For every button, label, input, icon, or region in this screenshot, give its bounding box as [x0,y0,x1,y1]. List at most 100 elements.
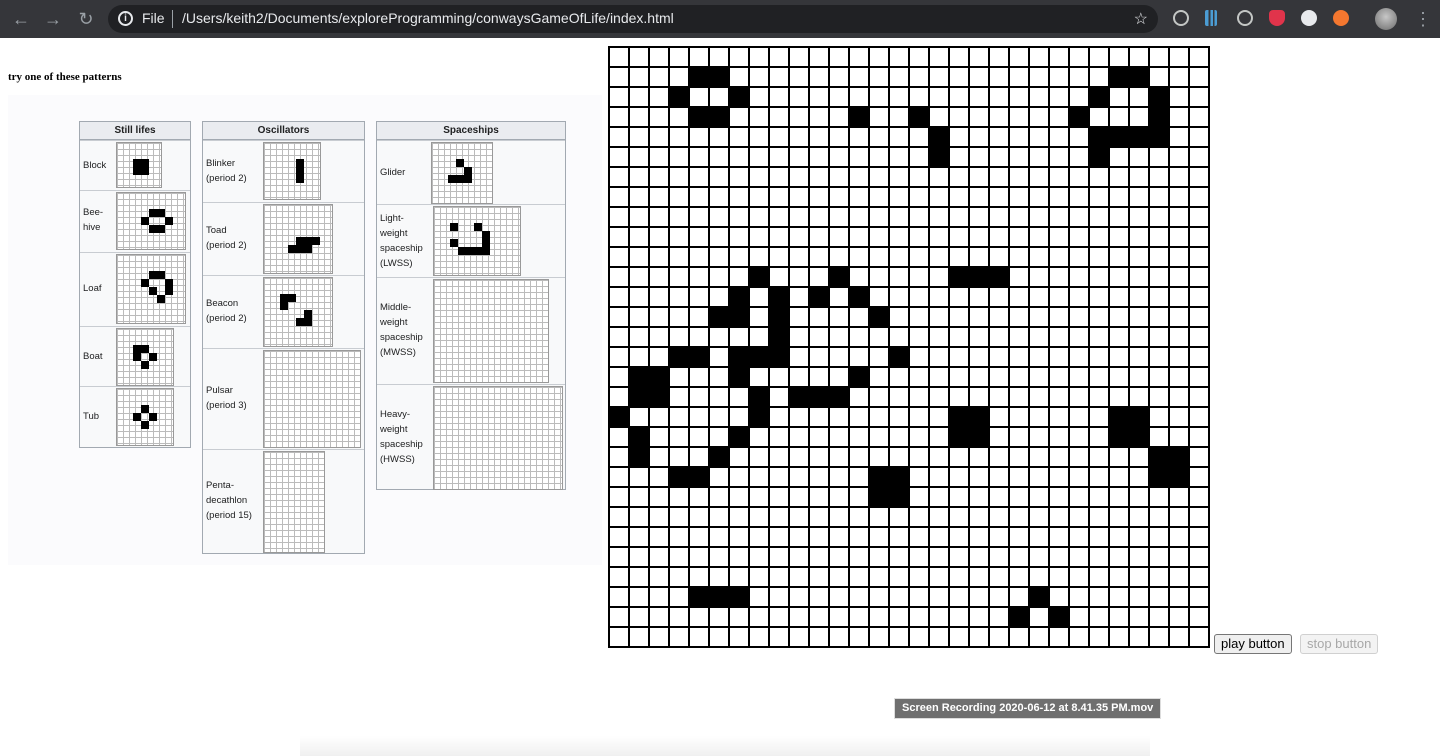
dead-cell[interactable] [1050,408,1068,426]
dead-cell[interactable] [1070,288,1088,306]
dead-cell[interactable] [690,128,708,146]
live-cell[interactable] [970,408,988,426]
dead-cell[interactable] [1170,128,1188,146]
dead-cell[interactable] [950,528,968,546]
dead-cell[interactable] [990,468,1008,486]
dead-cell[interactable] [650,548,668,566]
dead-cell[interactable] [790,228,808,246]
dead-cell[interactable] [1030,208,1048,226]
dead-cell[interactable] [1070,348,1088,366]
dead-cell[interactable] [630,88,648,106]
dead-cell[interactable] [990,508,1008,526]
live-cell[interactable] [710,448,728,466]
dead-cell[interactable] [990,428,1008,446]
dead-cell[interactable] [830,308,848,326]
dead-cell[interactable] [850,68,868,86]
live-cell[interactable] [710,308,728,326]
dead-cell[interactable] [1050,248,1068,266]
dead-cell[interactable] [790,68,808,86]
live-cell[interactable] [1030,588,1048,606]
dead-cell[interactable] [810,448,828,466]
dead-cell[interactable] [950,188,968,206]
dead-cell[interactable] [790,528,808,546]
dead-cell[interactable] [1110,168,1128,186]
dead-cell[interactable] [710,528,728,546]
dead-cell[interactable] [930,568,948,586]
live-cell[interactable] [1150,448,1168,466]
dead-cell[interactable] [610,448,628,466]
live-cell[interactable] [750,268,768,286]
dead-cell[interactable] [1090,388,1108,406]
dead-cell[interactable] [890,588,908,606]
dead-cell[interactable] [690,508,708,526]
dead-cell[interactable] [850,348,868,366]
dead-cell[interactable] [610,168,628,186]
dead-cell[interactable] [1110,368,1128,386]
dead-cell[interactable] [810,428,828,446]
dead-cell[interactable] [1150,168,1168,186]
dead-cell[interactable] [750,468,768,486]
dead-cell[interactable] [710,568,728,586]
dead-cell[interactable] [1110,468,1128,486]
dead-cell[interactable] [1010,548,1028,566]
dead-cell[interactable] [1030,448,1048,466]
dead-cell[interactable] [850,508,868,526]
dead-cell[interactable] [710,468,728,486]
dead-cell[interactable] [710,348,728,366]
live-cell[interactable] [890,468,908,486]
dead-cell[interactable] [650,48,668,66]
dead-cell[interactable] [670,628,688,646]
dead-cell[interactable] [1070,628,1088,646]
dead-cell[interactable] [870,68,888,86]
dead-cell[interactable] [850,328,868,346]
dead-cell[interactable] [990,188,1008,206]
live-cell[interactable] [1170,448,1188,466]
dead-cell[interactable] [610,48,628,66]
dead-cell[interactable] [690,528,708,546]
dead-cell[interactable] [1130,268,1148,286]
dead-cell[interactable] [1170,188,1188,206]
dead-cell[interactable] [650,508,668,526]
dead-cell[interactable] [970,388,988,406]
dead-cell[interactable] [910,68,928,86]
dead-cell[interactable] [690,228,708,246]
dead-cell[interactable] [1010,68,1028,86]
dead-cell[interactable] [1050,488,1068,506]
dead-cell[interactable] [1190,288,1208,306]
dead-cell[interactable] [710,428,728,446]
dead-cell[interactable] [850,188,868,206]
dead-cell[interactable] [670,268,688,286]
dead-cell[interactable] [930,448,948,466]
dead-cell[interactable] [890,448,908,466]
dead-cell[interactable] [830,328,848,346]
dead-cell[interactable] [930,328,948,346]
dead-cell[interactable] [690,268,708,286]
dead-cell[interactable] [930,268,948,286]
dead-cell[interactable] [1070,568,1088,586]
dead-cell[interactable] [610,148,628,166]
dead-cell[interactable] [690,168,708,186]
dead-cell[interactable] [870,248,888,266]
dead-cell[interactable] [750,448,768,466]
dead-cell[interactable] [730,228,748,246]
dead-cell[interactable] [1130,328,1148,346]
dead-cell[interactable] [970,368,988,386]
dead-cell[interactable] [1010,268,1028,286]
dead-cell[interactable] [950,368,968,386]
dead-cell[interactable] [970,528,988,546]
dead-cell[interactable] [650,348,668,366]
dead-cell[interactable] [650,328,668,346]
dead-cell[interactable] [1050,168,1068,186]
dead-cell[interactable] [710,508,728,526]
dead-cell[interactable] [630,488,648,506]
live-cell[interactable] [730,348,748,366]
dead-cell[interactable] [1170,248,1188,266]
dead-cell[interactable] [690,548,708,566]
dead-cell[interactable] [970,308,988,326]
dead-cell[interactable] [830,448,848,466]
dead-cell[interactable] [670,408,688,426]
dead-cell[interactable] [1150,268,1168,286]
live-cell[interactable] [630,388,648,406]
dead-cell[interactable] [790,408,808,426]
dead-cell[interactable] [610,348,628,366]
